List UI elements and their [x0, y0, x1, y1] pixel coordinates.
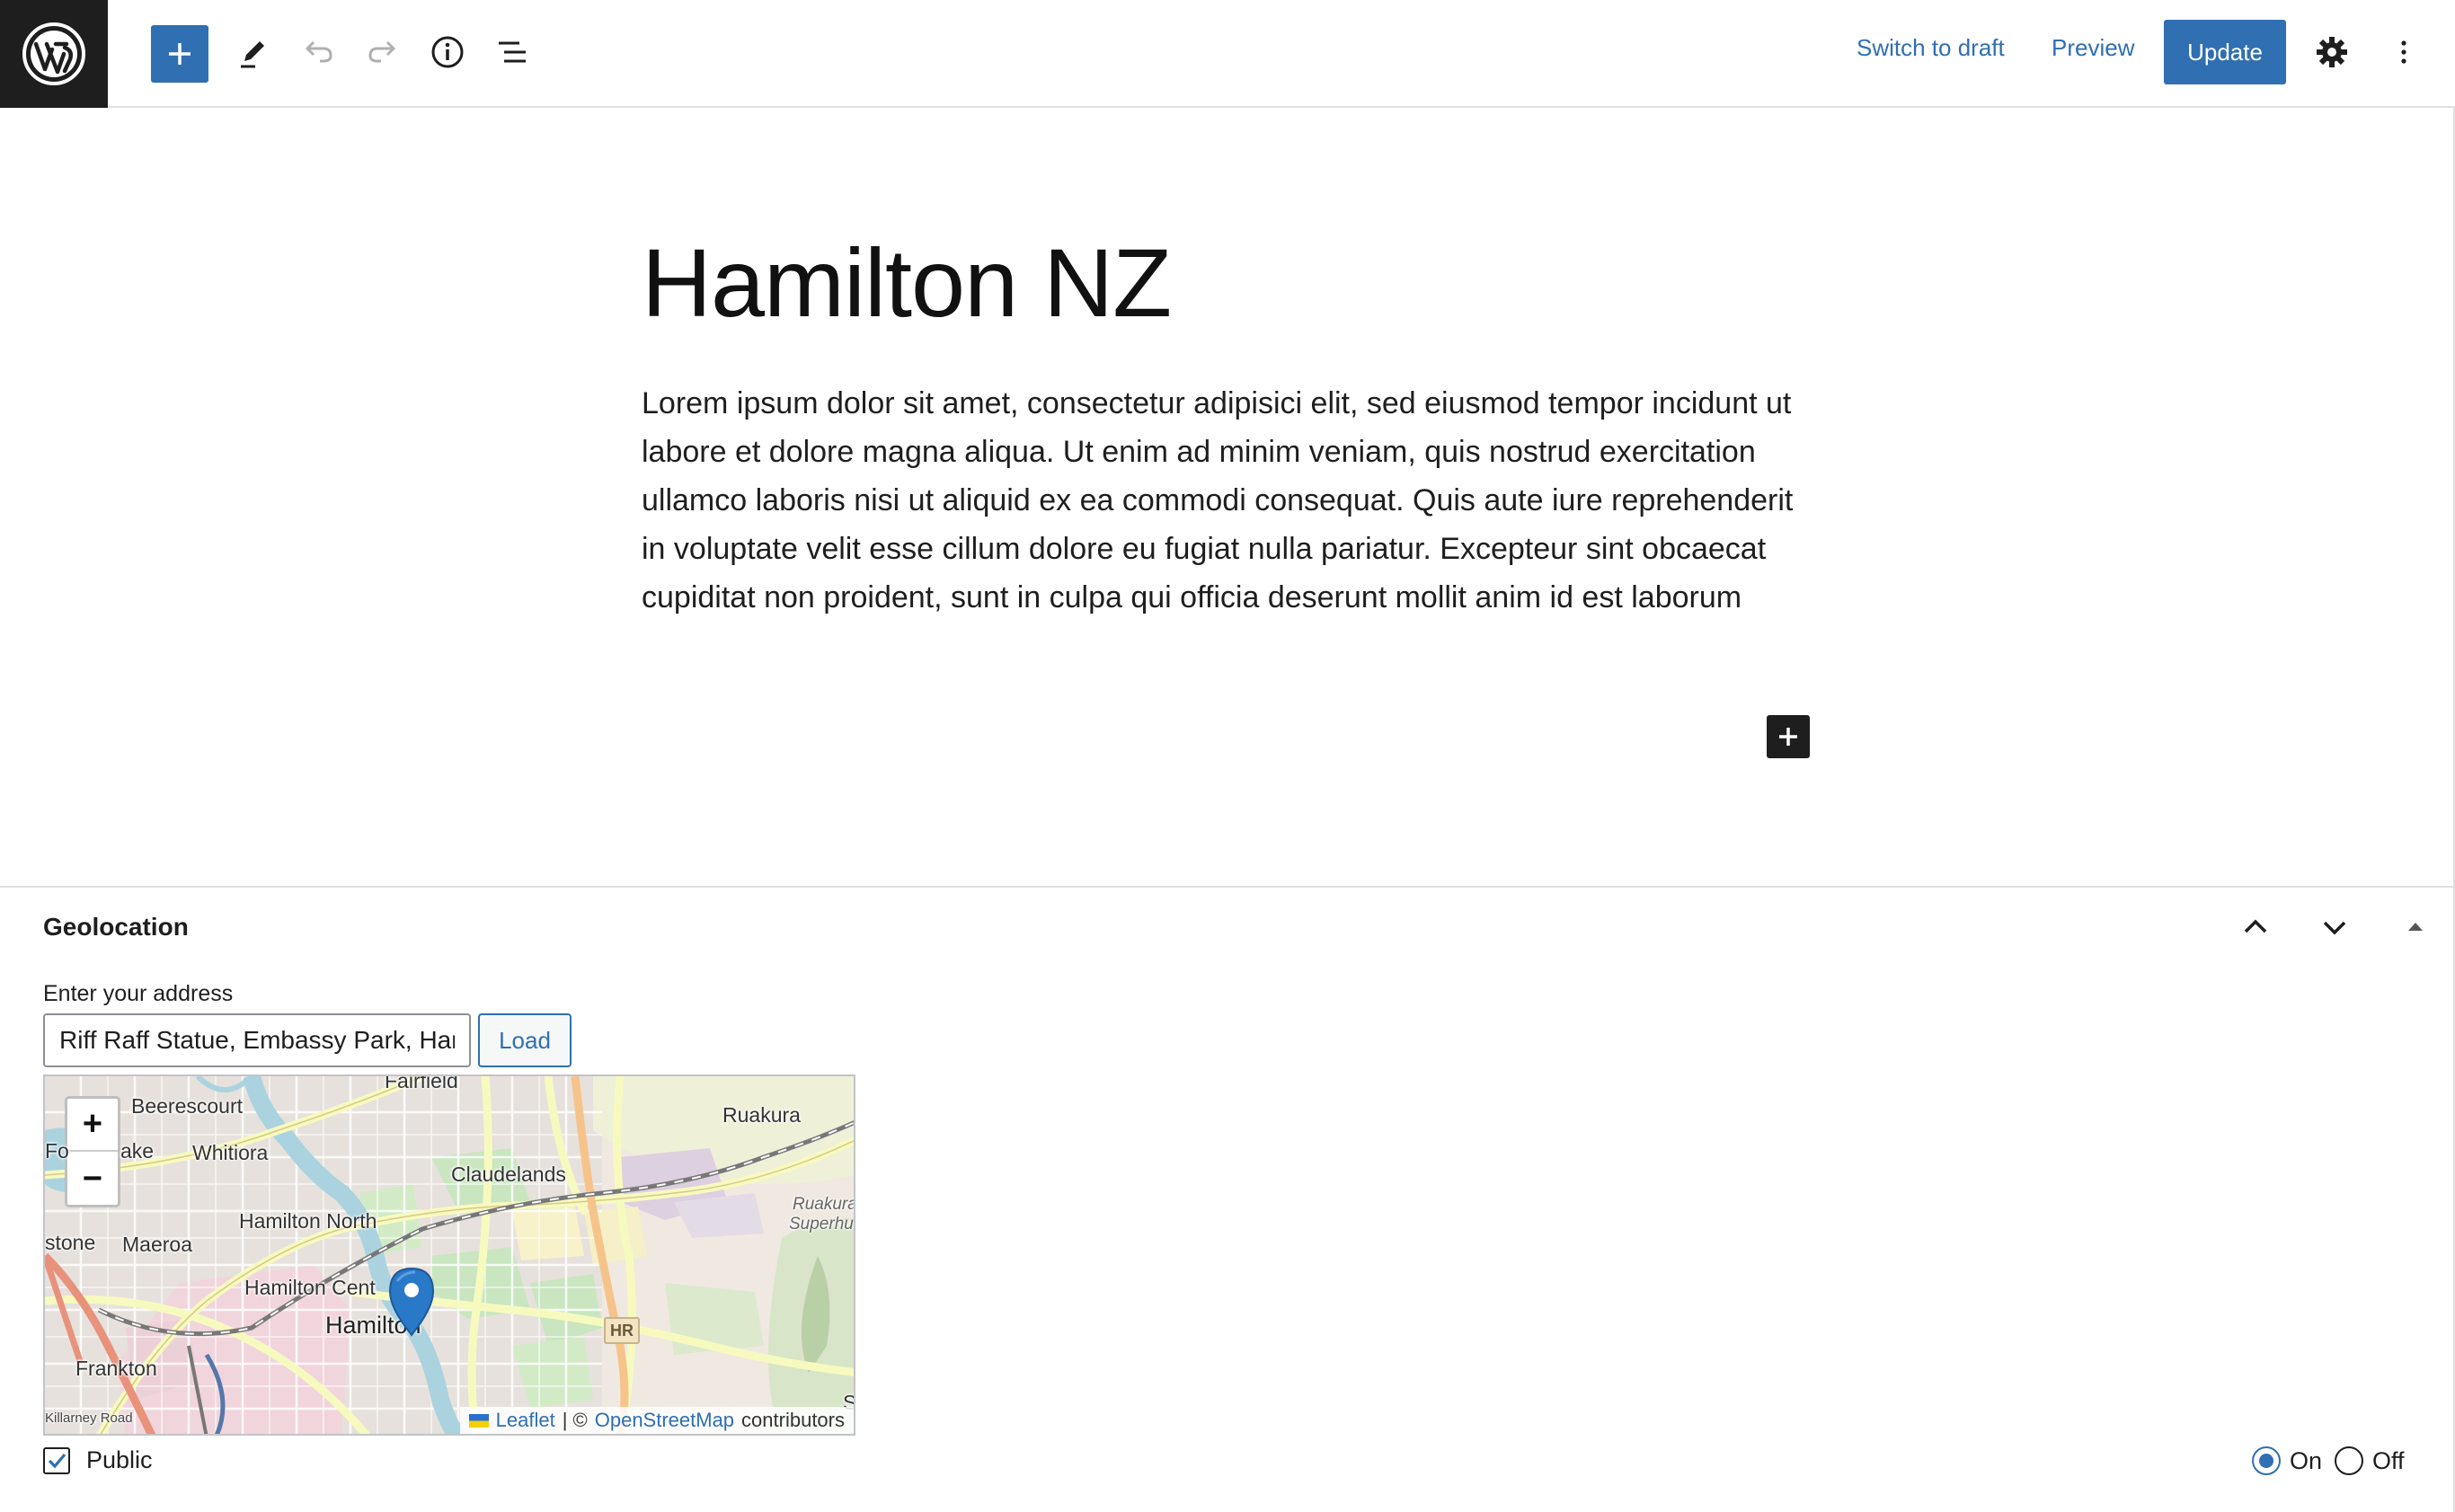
ukraine-flag-icon — [468, 1413, 489, 1428]
plus-icon — [169, 43, 191, 65]
editor-header: Switch to draft Preview Update — [0, 0, 2455, 108]
public-checkbox-row[interactable]: Public — [43, 1446, 153, 1474]
off-label: Off — [2372, 1446, 2405, 1474]
on-off-radio-group: On Off — [2252, 1446, 2417, 1475]
zoom-control: + − — [65, 1096, 120, 1207]
preview-button[interactable]: Preview — [2052, 34, 2134, 62]
map-label: Beerescourt — [131, 1094, 244, 1118]
tools-button[interactable] — [225, 23, 282, 81]
leaflet-link[interactable]: Leaflet — [496, 1409, 555, 1432]
map-attribution: Leaflet | © OpenStreetMap contributors — [459, 1407, 854, 1434]
load-button[interactable]: Load — [478, 1013, 572, 1067]
map-label: Superhu — [789, 1215, 854, 1233]
map-label: Ruakura — [722, 1103, 801, 1127]
list-view-button[interactable] — [483, 23, 541, 81]
redo-icon — [368, 40, 396, 63]
map-label: ake — [120, 1139, 155, 1163]
geolocation-metabox: Geolocation Enter your address Load — [0, 886, 2453, 1512]
move-up-button[interactable] — [2234, 906, 2277, 949]
map-label: Hamilton North — [239, 1209, 377, 1233]
move-down-button[interactable] — [2313, 906, 2356, 949]
details-button[interactable] — [419, 23, 476, 81]
pencil-icon — [241, 41, 264, 68]
chevron-up-icon — [2244, 919, 2267, 933]
address-label: Enter your address — [43, 981, 234, 1006]
more-vertical-icon — [2401, 40, 2406, 64]
paragraph-block[interactable]: Lorem ipsum dolor sit amet, consectetur … — [642, 379, 1810, 622]
info-icon — [431, 36, 464, 68]
map-label: Claudelands — [451, 1163, 566, 1186]
add-block-button[interactable] — [151, 25, 208, 83]
undo-icon — [305, 40, 332, 63]
chevron-down-icon — [2323, 921, 2346, 935]
attribution-separator: | © — [562, 1409, 588, 1431]
map-label: Hamilton Cent — [244, 1276, 376, 1299]
post-title[interactable]: Hamilton NZ — [642, 226, 1172, 339]
map-marker-icon[interactable] — [388, 1267, 435, 1337]
redo-button[interactable] — [354, 23, 412, 81]
list-view-icon — [499, 41, 526, 63]
checkmark-icon — [48, 1453, 66, 1468]
openstreetmap-link[interactable]: OpenStreetMap — [595, 1409, 734, 1432]
on-radio[interactable] — [2252, 1446, 2281, 1475]
metabox-title: Geolocation — [43, 913, 189, 941]
road-shield: HR — [604, 1317, 640, 1344]
toggle-panel-button[interactable] — [2394, 906, 2437, 949]
undo-button[interactable] — [289, 23, 347, 81]
on-label: On — [2290, 1446, 2323, 1474]
zoom-out-button[interactable]: − — [67, 1153, 118, 1206]
map-label: Fo — [45, 1139, 69, 1163]
inline-add-block-button[interactable] — [1767, 715, 1810, 758]
map-label: stone — [45, 1231, 96, 1254]
address-input[interactable] — [43, 1013, 471, 1067]
off-radio[interactable] — [2335, 1446, 2364, 1475]
update-button[interactable]: Update — [2164, 20, 2286, 84]
gear-icon — [2317, 37, 2347, 67]
map-label: Ruakura — [793, 1195, 855, 1214]
radio-selected-dot — [2259, 1454, 2273, 1468]
public-label: Public — [86, 1446, 153, 1473]
wordpress-logo-icon[interactable] — [0, 0, 108, 108]
zoom-in-button[interactable]: + — [67, 1099, 118, 1152]
settings-button[interactable] — [2303, 23, 2361, 81]
map-label: Killarney Road — [45, 1410, 133, 1426]
caret-up-icon — [2408, 923, 2423, 931]
map[interactable]: + − Fairfield Beerescourt Fo ake Whitior… — [43, 1074, 855, 1436]
public-checkbox[interactable] — [43, 1446, 70, 1474]
map-label: Frankton — [75, 1357, 157, 1380]
map-label: Whitiora — [192, 1141, 269, 1164]
attribution-contributors: contributors — [741, 1409, 845, 1431]
map-label: Maeroa — [122, 1233, 192, 1256]
map-label: Fairfield — [385, 1074, 458, 1092]
plus-icon — [1779, 728, 1797, 746]
switch-to-draft-button[interactable]: Switch to draft — [1857, 34, 2005, 62]
options-button[interactable] — [2375, 23, 2433, 81]
